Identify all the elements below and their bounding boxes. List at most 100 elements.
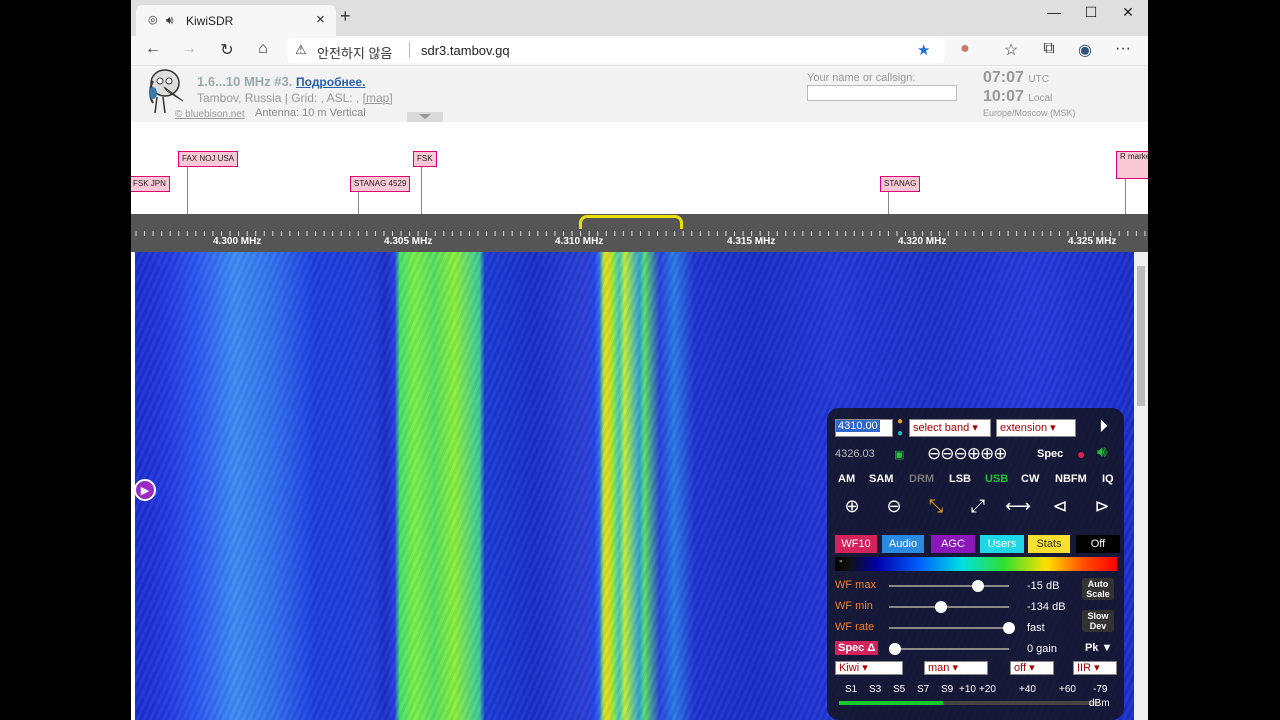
mode-cw[interactable]: CW xyxy=(1021,473,1039,485)
frequency-input[interactable]: 4310.00 xyxy=(835,419,893,437)
agc-mode-value: man xyxy=(928,662,950,674)
location-line: Tambov, Russia | Grid: , ASL: , [map] xyxy=(197,91,393,105)
profile-icon[interactable]: ◉ xyxy=(1073,40,1097,60)
wf-rate-knob[interactable] xyxy=(1003,622,1015,634)
url-text[interactable]: sdr3.tambov.gq xyxy=(421,43,510,58)
zoom-band-icon[interactable]: ⤡ xyxy=(923,496,949,522)
page-left-icon[interactable]: ⊲ xyxy=(1047,496,1073,522)
callsign-label: Your name or callsign: xyxy=(807,72,916,84)
link-icon[interactable]: ▣ xyxy=(894,448,904,461)
smeter-tick: S7 xyxy=(917,684,930,695)
home-icon[interactable]: ⌂ xyxy=(251,40,275,58)
scrollbar-thumb[interactable] xyxy=(1137,266,1145,406)
tab-wf[interactable]: WF10 xyxy=(835,535,877,553)
tab-stats[interactable]: Stats xyxy=(1028,535,1070,553)
extension-icon[interactable]: ● xyxy=(953,40,977,58)
audio-playing-icon[interactable]: 🔊︎ xyxy=(166,13,174,28)
frequency-labels-area: FSK JPN FAX NOJ USA STANAG 4529 FSK STAN… xyxy=(131,146,1148,214)
maximize-button[interactable]: ☐ xyxy=(1076,4,1106,21)
agc-mode-select[interactable]: man ▾ xyxy=(924,661,988,675)
zoom-max-icon[interactable]: ⤢ xyxy=(965,496,991,522)
tab-users[interactable]: Users xyxy=(980,535,1024,553)
mode-lsb[interactable]: LSB xyxy=(949,473,971,485)
wf-max-slider[interactable] xyxy=(889,580,1009,592)
spec-gain-knob[interactable] xyxy=(889,643,901,655)
mode-drm[interactable]: DRM xyxy=(909,473,934,485)
close-window-button[interactable]: ✕ xyxy=(1113,4,1143,21)
callsign-input[interactable] xyxy=(807,85,957,101)
vertical-scrollbar[interactable] xyxy=(1134,252,1148,720)
spec-toggle[interactable]: Spec xyxy=(1037,448,1063,460)
wf-min-slider[interactable] xyxy=(889,601,1009,613)
warning-icon[interactable]: ⚠ xyxy=(295,42,307,58)
slow-dev-button[interactable]: Slow Dev xyxy=(1082,610,1114,632)
site-title: 1.6...10 MHz #3. Подробнее. xyxy=(197,74,365,89)
freq-step-down-icon[interactable]: ● xyxy=(897,428,903,439)
passband-indicator[interactable] xyxy=(579,215,683,229)
band-select[interactable]: select band ▾ xyxy=(909,419,991,437)
smeter-tick: +20 xyxy=(979,684,996,695)
page-right-icon[interactable]: ⊳ xyxy=(1089,496,1115,522)
extension-select[interactable]: extension ▾ xyxy=(996,419,1076,437)
play-icon[interactable]: ⏵ xyxy=(1099,416,1108,437)
forward-icon[interactable]: → xyxy=(177,40,201,58)
mode-usb[interactable]: USB xyxy=(985,473,1008,485)
page-swap-icon[interactable]: ⟷ xyxy=(1005,496,1031,522)
more-icon[interactable]: ··· xyxy=(1111,40,1135,58)
spec-gain-slider[interactable] xyxy=(889,643,1009,655)
tab-audio[interactable]: Audio xyxy=(882,535,924,553)
mute-icon[interactable]: 🔊︎ xyxy=(1097,444,1107,462)
wf-source-value: Kiwi xyxy=(839,662,860,674)
station-label[interactable]: STANAG xyxy=(880,176,921,192)
station-label[interactable]: FSK JPN xyxy=(131,176,170,192)
favorites-icon[interactable]: ☆ xyxy=(999,40,1023,60)
station-label[interactable]: FAX NOJ USA xyxy=(178,151,239,167)
station-label[interactable]: R marke xyxy=(1116,151,1148,179)
mode-nbfm[interactable]: NBFM xyxy=(1055,473,1087,485)
wf-min-label: WF min xyxy=(835,600,873,612)
star-icon[interactable]: ★ xyxy=(917,41,930,59)
tab-agc[interactable]: AGC xyxy=(931,535,975,553)
side-panel-toggle-icon[interactable]: ▶ xyxy=(134,479,156,501)
peak-select[interactable]: Pk ▼ xyxy=(1085,642,1112,654)
label-stem xyxy=(421,159,422,214)
minimize-button[interactable]: — xyxy=(1039,4,1069,20)
colormap-bar[interactable]: - xyxy=(835,555,1117,571)
collections-icon[interactable]: ⧉ xyxy=(1037,40,1061,58)
address-bar[interactable]: ⚠ 안전하지 않음 sdr3.tambov.gq ★ xyxy=(287,38,945,63)
wf-min-knob[interactable] xyxy=(934,601,947,613)
freq-step-up-icon[interactable]: ● xyxy=(897,416,903,427)
mode-am[interactable]: AM xyxy=(838,473,855,485)
mode-sam[interactable]: SAM xyxy=(869,473,893,485)
frequency-value[interactable]: 4310.00 xyxy=(836,420,880,432)
tab-off[interactable]: Off xyxy=(1076,535,1120,553)
auto-scale-button[interactable]: Auto Scale xyxy=(1082,578,1114,600)
wf-source-select[interactable]: Kiwi ▾ xyxy=(835,661,903,675)
iir-select[interactable]: IIR ▾ xyxy=(1073,661,1117,675)
refresh-icon[interactable]: ↻ xyxy=(215,40,239,60)
wf-max-knob[interactable] xyxy=(972,580,985,592)
tab-close-button[interactable]: × xyxy=(316,11,325,28)
map-link[interactable]: [map] xyxy=(363,91,393,105)
smeter-tick: S3 xyxy=(869,684,882,695)
wf-rate-slider[interactable] xyxy=(889,622,1015,634)
record-icon[interactable]: ● xyxy=(1077,446,1085,462)
zoom-out-icon[interactable]: ⊖ xyxy=(881,496,907,522)
new-tab-button[interactable]: + xyxy=(340,6,351,27)
filter-select[interactable]: off ▾ xyxy=(1010,661,1054,675)
zoom-in-icon[interactable]: ⊕ xyxy=(839,496,865,522)
browser-tab[interactable]: ◎ 🔊︎ KiwiSDR × xyxy=(136,5,336,36)
zoom-step-icons[interactable]: ⊖⊖⊖⊕⊕⊕ xyxy=(927,444,1007,464)
spec-delta-button[interactable]: Spec Δ xyxy=(835,641,879,655)
header-expand-toggle[interactable] xyxy=(407,112,443,122)
insecure-label[interactable]: 안전하지 않음 xyxy=(317,43,392,62)
owner-link[interactable]: © bluebison.net xyxy=(175,109,245,120)
scale-tick-label: 4.300 MHz xyxy=(213,236,262,247)
address-separator xyxy=(409,42,410,58)
back-icon[interactable]: ← xyxy=(141,40,165,58)
station-label[interactable]: FSK xyxy=(413,151,437,167)
more-info-link[interactable]: Подробнее. xyxy=(296,75,365,89)
mode-iq[interactable]: IQ xyxy=(1102,473,1114,485)
receiver-title: 1.6...10 MHz #3. xyxy=(197,74,293,89)
station-label[interactable]: STANAG 4529 xyxy=(350,176,411,192)
